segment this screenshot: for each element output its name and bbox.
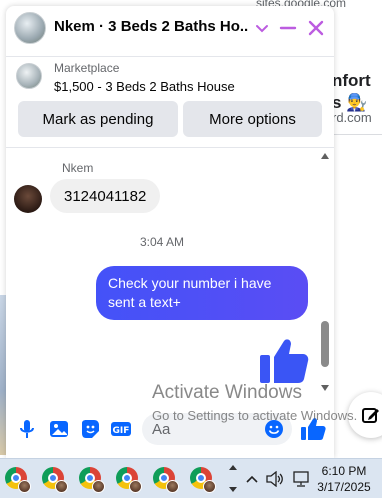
message-input-wrapper[interactable] bbox=[142, 413, 292, 445]
close-icon[interactable] bbox=[306, 18, 326, 38]
scroll-thumb[interactable] bbox=[321, 321, 329, 367]
taskbar-chrome-profile-3[interactable] bbox=[76, 464, 106, 494]
listing-thumbnail[interactable] bbox=[16, 63, 42, 89]
minimize-icon[interactable] bbox=[278, 18, 298, 38]
scroll-up-arrow[interactable] bbox=[321, 153, 329, 159]
profile-avatar bbox=[166, 480, 179, 493]
profile-avatar bbox=[203, 480, 216, 493]
listing-title[interactable]: $1,500 - 3 Beds 2 Baths House bbox=[54, 79, 235, 94]
scroll-down-arrow[interactable] bbox=[321, 385, 329, 391]
taskbar-chrome-profile-2[interactable] bbox=[39, 464, 69, 494]
chat-header[interactable]: Nkem · 3 Beds 2 Baths Ho... bbox=[6, 6, 334, 50]
send-like-icon[interactable] bbox=[300, 416, 326, 442]
sender-name: Nkem bbox=[62, 161, 94, 175]
marketplace-listing: Marketplace $1,500 - 3 Beds 2 Baths Hous… bbox=[6, 56, 334, 148]
profile-avatar bbox=[92, 480, 105, 493]
chevron-up-icon[interactable] bbox=[244, 471, 260, 487]
profile-avatar bbox=[18, 480, 31, 493]
chat-avatar[interactable] bbox=[14, 12, 46, 44]
microphone-icon[interactable] bbox=[16, 418, 38, 440]
more-options-button[interactable]: More options bbox=[183, 101, 322, 137]
edit-icon bbox=[362, 408, 379, 423]
sender-avatar[interactable] bbox=[14, 185, 42, 213]
taskbar-scroll-down[interactable] bbox=[229, 487, 237, 492]
background-title-line1: nfort bbox=[332, 71, 371, 90]
mark-as-pending-button[interactable]: Mark as pending bbox=[18, 101, 178, 137]
taskbar-scroll[interactable] bbox=[228, 461, 238, 497]
profile-avatar bbox=[129, 480, 142, 493]
svg-text:GIF: GIF bbox=[113, 426, 130, 436]
scrollbar[interactable] bbox=[318, 153, 332, 391]
background-title[interactable]: nfort s 👨‍🔧 bbox=[332, 70, 371, 114]
chat-title[interactable]: Nkem · 3 Beds 2 Baths Ho... bbox=[54, 18, 248, 35]
gif-icon[interactable]: GIF bbox=[110, 418, 132, 440]
listing-label: Marketplace bbox=[54, 61, 120, 75]
taskbar-chrome-profile-4[interactable] bbox=[113, 464, 143, 494]
chat-window: Nkem · 3 Beds 2 Baths Ho... Marketplace … bbox=[6, 6, 334, 458]
volume-icon[interactable] bbox=[266, 471, 284, 487]
network-icon[interactable] bbox=[292, 470, 310, 488]
emoji-icon[interactable] bbox=[264, 419, 284, 439]
taskbar-clock[interactable]: 6:10 PM 3/17/2025 bbox=[316, 463, 372, 495]
taskbar-chrome-profile-5[interactable] bbox=[150, 464, 180, 494]
background-domain: rd.com bbox=[332, 110, 372, 125]
taskbar-scroll-up[interactable] bbox=[229, 465, 237, 470]
taskbar-chrome-profile-1[interactable] bbox=[2, 464, 32, 494]
like-icon[interactable] bbox=[258, 335, 310, 387]
photo-icon[interactable] bbox=[48, 418, 70, 440]
taskbar-date: 3/17/2025 bbox=[317, 480, 371, 494]
message-composer: GIF bbox=[6, 404, 334, 458]
taskbar-time: 6:10 PM bbox=[321, 464, 367, 478]
taskbar-chrome-profile-6[interactable] bbox=[187, 464, 217, 494]
profile-avatar bbox=[55, 480, 68, 493]
message-list: Nkem 3124041182 3:04 AM Check your numbe… bbox=[6, 149, 334, 397]
background-divider bbox=[332, 134, 382, 135]
outgoing-message[interactable]: Check your number i have sent a text+ bbox=[96, 266, 308, 320]
sticker-icon[interactable] bbox=[79, 418, 101, 440]
taskbar: 6:10 PM 3/17/2025 bbox=[0, 458, 382, 498]
chevron-down-icon[interactable] bbox=[254, 20, 270, 36]
message-input[interactable] bbox=[152, 413, 260, 445]
incoming-message[interactable]: 3124041182 bbox=[50, 179, 161, 213]
message-timestamp: 3:04 AM bbox=[139, 235, 185, 249]
